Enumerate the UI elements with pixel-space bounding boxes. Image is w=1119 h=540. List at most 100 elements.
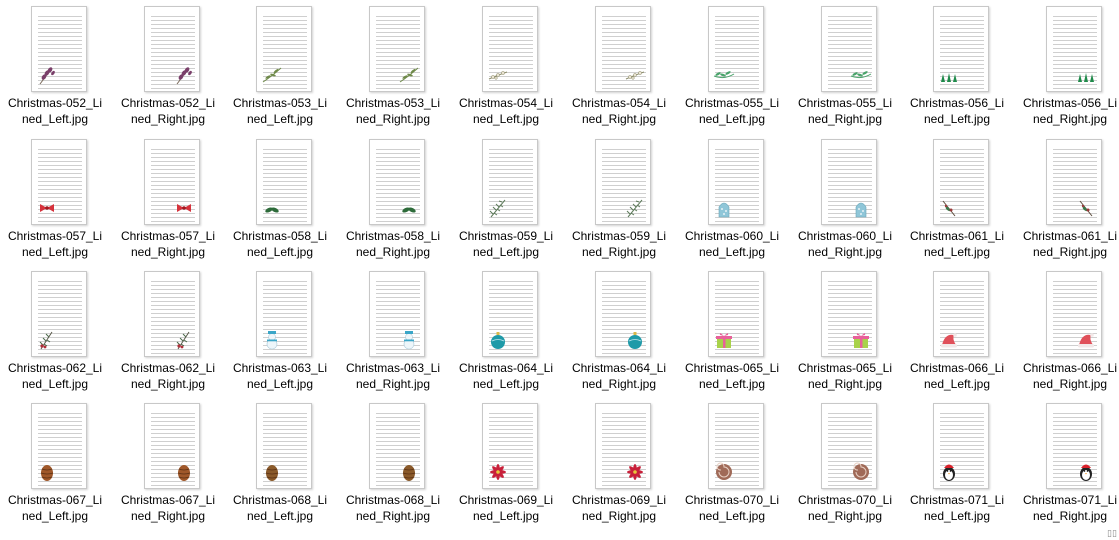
file-item[interactable]: Christmas-060_Li ned_Left.jpg bbox=[682, 135, 782, 265]
file-name-label[interactable]: Christmas-057_Li ned_Right.jpg bbox=[118, 228, 218, 260]
file-name-label[interactable]: Christmas-070_Li ned_Right.jpg bbox=[795, 492, 895, 524]
file-item[interactable]: Christmas-070_Li ned_Right.jpg bbox=[795, 399, 895, 529]
file-item[interactable]: Christmas-067_Li ned_Right.jpg bbox=[118, 399, 218, 529]
file-thumbnail[interactable] bbox=[256, 271, 312, 357]
file-name-label[interactable]: Christmas-054_Li ned_Left.jpg bbox=[456, 95, 556, 127]
file-item[interactable]: Christmas-067_Li ned_Left.jpg bbox=[5, 399, 105, 529]
file-thumbnail[interactable] bbox=[595, 403, 651, 489]
file-thumbnail[interactable] bbox=[144, 139, 200, 225]
file-name-label[interactable]: Christmas-066_Li ned_Left.jpg bbox=[907, 360, 1007, 392]
file-thumbnail[interactable] bbox=[369, 139, 425, 225]
file-thumbnail[interactable] bbox=[821, 6, 877, 92]
file-name-label[interactable]: Christmas-054_Li ned_Right.jpg bbox=[569, 95, 669, 127]
file-item[interactable]: Christmas-058_Li ned_Left.jpg bbox=[230, 135, 330, 265]
file-name-label[interactable]: Christmas-068_Li ned_Left.jpg bbox=[230, 492, 330, 524]
file-name-label[interactable]: Christmas-067_Li ned_Left.jpg bbox=[5, 492, 105, 524]
file-item[interactable]: Christmas-065_Li ned_Right.jpg bbox=[795, 267, 895, 397]
file-item[interactable]: Christmas-053_Li ned_Left.jpg bbox=[230, 2, 330, 132]
file-thumbnail[interactable] bbox=[1046, 271, 1102, 357]
file-item[interactable]: Christmas-053_Li ned_Right.jpg bbox=[343, 2, 443, 132]
file-item[interactable]: Christmas-055_Li ned_Left.jpg bbox=[682, 2, 782, 132]
file-name-label[interactable]: Christmas-071_Li ned_Right.jpg bbox=[1020, 492, 1119, 524]
file-item[interactable]: Christmas-059_Li ned_Right.jpg bbox=[569, 135, 669, 265]
file-thumbnail[interactable] bbox=[31, 139, 87, 225]
file-thumbnail[interactable] bbox=[821, 271, 877, 357]
file-thumbnail[interactable] bbox=[1046, 6, 1102, 92]
file-item[interactable]: Christmas-061_Li ned_Left.jpg bbox=[907, 135, 1007, 265]
file-name-label[interactable]: Christmas-062_Li ned_Left.jpg bbox=[5, 360, 105, 392]
file-thumbnail[interactable] bbox=[369, 271, 425, 357]
file-item[interactable]: Christmas-062_Li ned_Right.jpg bbox=[118, 267, 218, 397]
file-name-label[interactable]: Christmas-060_Li ned_Left.jpg bbox=[682, 228, 782, 260]
file-item[interactable]: Christmas-057_Li ned_Left.jpg bbox=[5, 135, 105, 265]
file-item[interactable]: Christmas-063_Li ned_Right.jpg bbox=[343, 267, 443, 397]
file-name-label[interactable]: Christmas-059_Li ned_Left.jpg bbox=[456, 228, 556, 260]
file-name-label[interactable]: Christmas-056_Li ned_Right.jpg bbox=[1020, 95, 1119, 127]
file-item[interactable]: Christmas-059_Li ned_Left.jpg bbox=[456, 135, 556, 265]
file-name-label[interactable]: Christmas-060_Li ned_Right.jpg bbox=[795, 228, 895, 260]
file-thumbnail[interactable] bbox=[31, 403, 87, 489]
file-name-label[interactable]: Christmas-063_Li ned_Right.jpg bbox=[343, 360, 443, 392]
file-item[interactable]: Christmas-063_Li ned_Left.jpg bbox=[230, 267, 330, 397]
file-item[interactable]: Christmas-052_Li ned_Left.jpg bbox=[5, 2, 105, 132]
file-name-label[interactable]: Christmas-057_Li ned_Left.jpg bbox=[5, 228, 105, 260]
file-thumbnail[interactable] bbox=[144, 6, 200, 92]
file-name-label[interactable]: Christmas-058_Li ned_Left.jpg bbox=[230, 228, 330, 260]
file-name-label[interactable]: Christmas-056_Li ned_Left.jpg bbox=[907, 95, 1007, 127]
file-item[interactable]: Christmas-054_Li ned_Left.jpg bbox=[456, 2, 556, 132]
file-item[interactable]: Christmas-069_Li ned_Left.jpg bbox=[456, 399, 556, 529]
file-thumbnail[interactable] bbox=[1046, 139, 1102, 225]
file-thumbnail[interactable] bbox=[708, 6, 764, 92]
file-thumbnail[interactable] bbox=[595, 6, 651, 92]
file-item[interactable]: Christmas-056_Li ned_Left.jpg bbox=[907, 2, 1007, 132]
file-thumbnail[interactable] bbox=[708, 271, 764, 357]
file-name-label[interactable]: Christmas-069_Li ned_Left.jpg bbox=[456, 492, 556, 524]
file-thumbnail[interactable] bbox=[144, 271, 200, 357]
file-item[interactable]: Christmas-056_Li ned_Right.jpg bbox=[1020, 2, 1119, 132]
file-thumbnail[interactable] bbox=[369, 6, 425, 92]
file-item[interactable]: Christmas-071_Li ned_Right.jpg bbox=[1020, 399, 1119, 529]
file-thumbnail[interactable] bbox=[144, 403, 200, 489]
file-item[interactable]: Christmas-054_Li ned_Right.jpg bbox=[569, 2, 669, 132]
file-thumbnail[interactable] bbox=[256, 139, 312, 225]
file-name-label[interactable]: Christmas-064_Li ned_Right.jpg bbox=[569, 360, 669, 392]
file-name-label[interactable]: Christmas-052_Li ned_Right.jpg bbox=[118, 95, 218, 127]
file-thumbnail[interactable] bbox=[708, 139, 764, 225]
file-item[interactable]: Christmas-065_Li ned_Left.jpg bbox=[682, 267, 782, 397]
file-item[interactable]: Christmas-068_Li ned_Left.jpg bbox=[230, 399, 330, 529]
file-item[interactable]: Christmas-060_Li ned_Right.jpg bbox=[795, 135, 895, 265]
file-thumbnail[interactable] bbox=[933, 6, 989, 92]
file-item[interactable]: Christmas-066_Li ned_Right.jpg bbox=[1020, 267, 1119, 397]
file-item[interactable]: Christmas-069_Li ned_Right.jpg bbox=[569, 399, 669, 529]
file-name-label[interactable]: Christmas-068_Li ned_Right.jpg bbox=[343, 492, 443, 524]
file-name-label[interactable]: Christmas-055_Li ned_Left.jpg bbox=[682, 95, 782, 127]
file-name-label[interactable]: Christmas-061_Li ned_Left.jpg bbox=[907, 228, 1007, 260]
file-name-label[interactable]: Christmas-066_Li ned_Right.jpg bbox=[1020, 360, 1119, 392]
file-item[interactable]: Christmas-064_Li ned_Left.jpg bbox=[456, 267, 556, 397]
file-thumbnail[interactable] bbox=[821, 139, 877, 225]
file-name-label[interactable]: Christmas-053_Li ned_Left.jpg bbox=[230, 95, 330, 127]
file-thumbnail[interactable] bbox=[482, 403, 538, 489]
file-item[interactable]: Christmas-061_Li ned_Right.jpg bbox=[1020, 135, 1119, 265]
file-thumbnail[interactable] bbox=[31, 6, 87, 92]
file-name-label[interactable]: Christmas-058_Li ned_Right.jpg bbox=[343, 228, 443, 260]
file-name-label[interactable]: Christmas-070_Li ned_Left.jpg bbox=[682, 492, 782, 524]
file-item[interactable]: Christmas-070_Li ned_Left.jpg bbox=[682, 399, 782, 529]
file-name-label[interactable]: Christmas-062_Li ned_Right.jpg bbox=[118, 360, 218, 392]
file-item[interactable]: Christmas-064_Li ned_Right.jpg bbox=[569, 267, 669, 397]
view-toggle-icon[interactable]: ▯▯ bbox=[1107, 528, 1117, 538]
file-thumbnail[interactable] bbox=[256, 403, 312, 489]
file-thumbnail[interactable] bbox=[595, 139, 651, 225]
file-name-label[interactable]: Christmas-055_Li ned_Right.jpg bbox=[795, 95, 895, 127]
file-name-label[interactable]: Christmas-064_Li ned_Left.jpg bbox=[456, 360, 556, 392]
file-thumbnail[interactable] bbox=[482, 139, 538, 225]
file-thumbnail[interactable] bbox=[482, 271, 538, 357]
file-name-label[interactable]: Christmas-063_Li ned_Left.jpg bbox=[230, 360, 330, 392]
file-thumbnail[interactable] bbox=[31, 271, 87, 357]
file-thumbnail[interactable] bbox=[821, 403, 877, 489]
file-item[interactable]: Christmas-058_Li ned_Right.jpg bbox=[343, 135, 443, 265]
file-name-label[interactable]: Christmas-059_Li ned_Right.jpg bbox=[569, 228, 669, 260]
file-name-label[interactable]: Christmas-053_Li ned_Right.jpg bbox=[343, 95, 443, 127]
file-thumbnail[interactable] bbox=[369, 403, 425, 489]
file-name-label[interactable]: Christmas-052_Li ned_Left.jpg bbox=[5, 95, 105, 127]
